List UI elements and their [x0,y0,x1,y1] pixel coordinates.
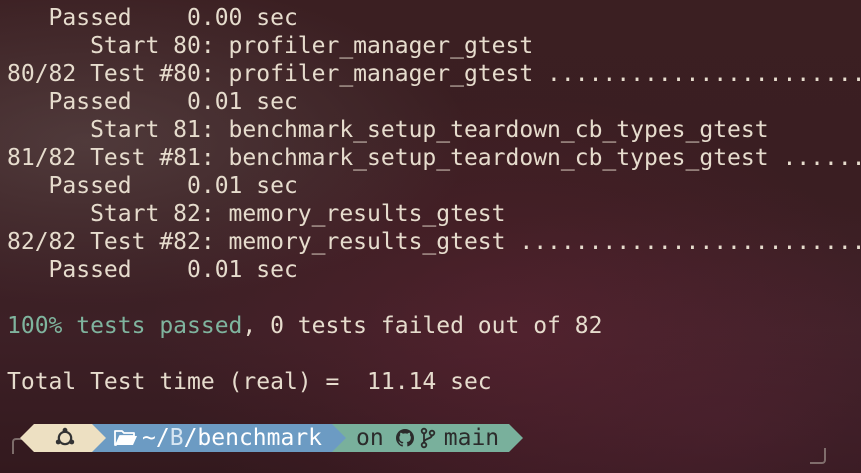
terminal-output: Passed 0.00 sec Start 80: profiler_manag… [7,4,861,396]
shell-prompt[interactable]: ~/B/benchmark on main [20,424,524,452]
total-test-time-line: Total Test time (real) = 11.14 sec [7,369,492,395]
terminal-window[interactable]: Passed 0.00 sec Start 80: profiler_manag… [0,0,861,473]
github-icon [394,427,416,449]
path-current-dir: /benchmark [183,425,323,451]
ubuntu-icon [54,427,76,449]
output-line: Start 80: profiler_manager_gtest [7,33,534,59]
on-label: on [356,425,384,451]
prompt-os-segment [20,424,92,452]
window-corner-bottom-right [810,448,826,464]
output-line: Passed 0.01 sec [7,173,298,199]
output-line: Start 81: benchmark_setup_teardown_cb_ty… [7,117,769,143]
output-line: 81/82 Test #81: benchmark_setup_teardown… [7,145,861,171]
prompt-directory-segment: ~/B/benchmark [106,424,333,452]
output-line: Passed 0.01 sec [7,257,298,283]
path-abbrev: B [169,425,184,451]
output-line-blank [7,284,861,312]
output-line: 80/82 Test #80: profiler_manager_gtest .… [7,61,861,87]
output-line: Start 82: memory_results_gtest [7,201,506,227]
output-line: Passed 0.01 sec [7,89,298,115]
test-summary-line: 100% tests passed, 0 tests failed out of… [7,312,861,340]
prompt-separator [332,424,347,452]
folder-open-icon [114,428,138,448]
git-branch-name: main [443,425,500,451]
tests-passed-summary: 100% tests passed [7,313,243,339]
prompt-git-segment: on main [346,424,510,452]
git-branch-icon [420,427,436,449]
prompt-separator [92,424,106,452]
output-line: 82/82 Test #82: memory_results_gtest ...… [7,229,861,255]
prompt-separator [509,424,524,452]
tests-failed-summary: , 0 tests failed out of 82 [242,313,603,339]
output-line-blank [7,340,861,368]
path-prefix: ~/ [142,425,170,451]
output-line: Passed 0.00 sec [7,5,298,31]
